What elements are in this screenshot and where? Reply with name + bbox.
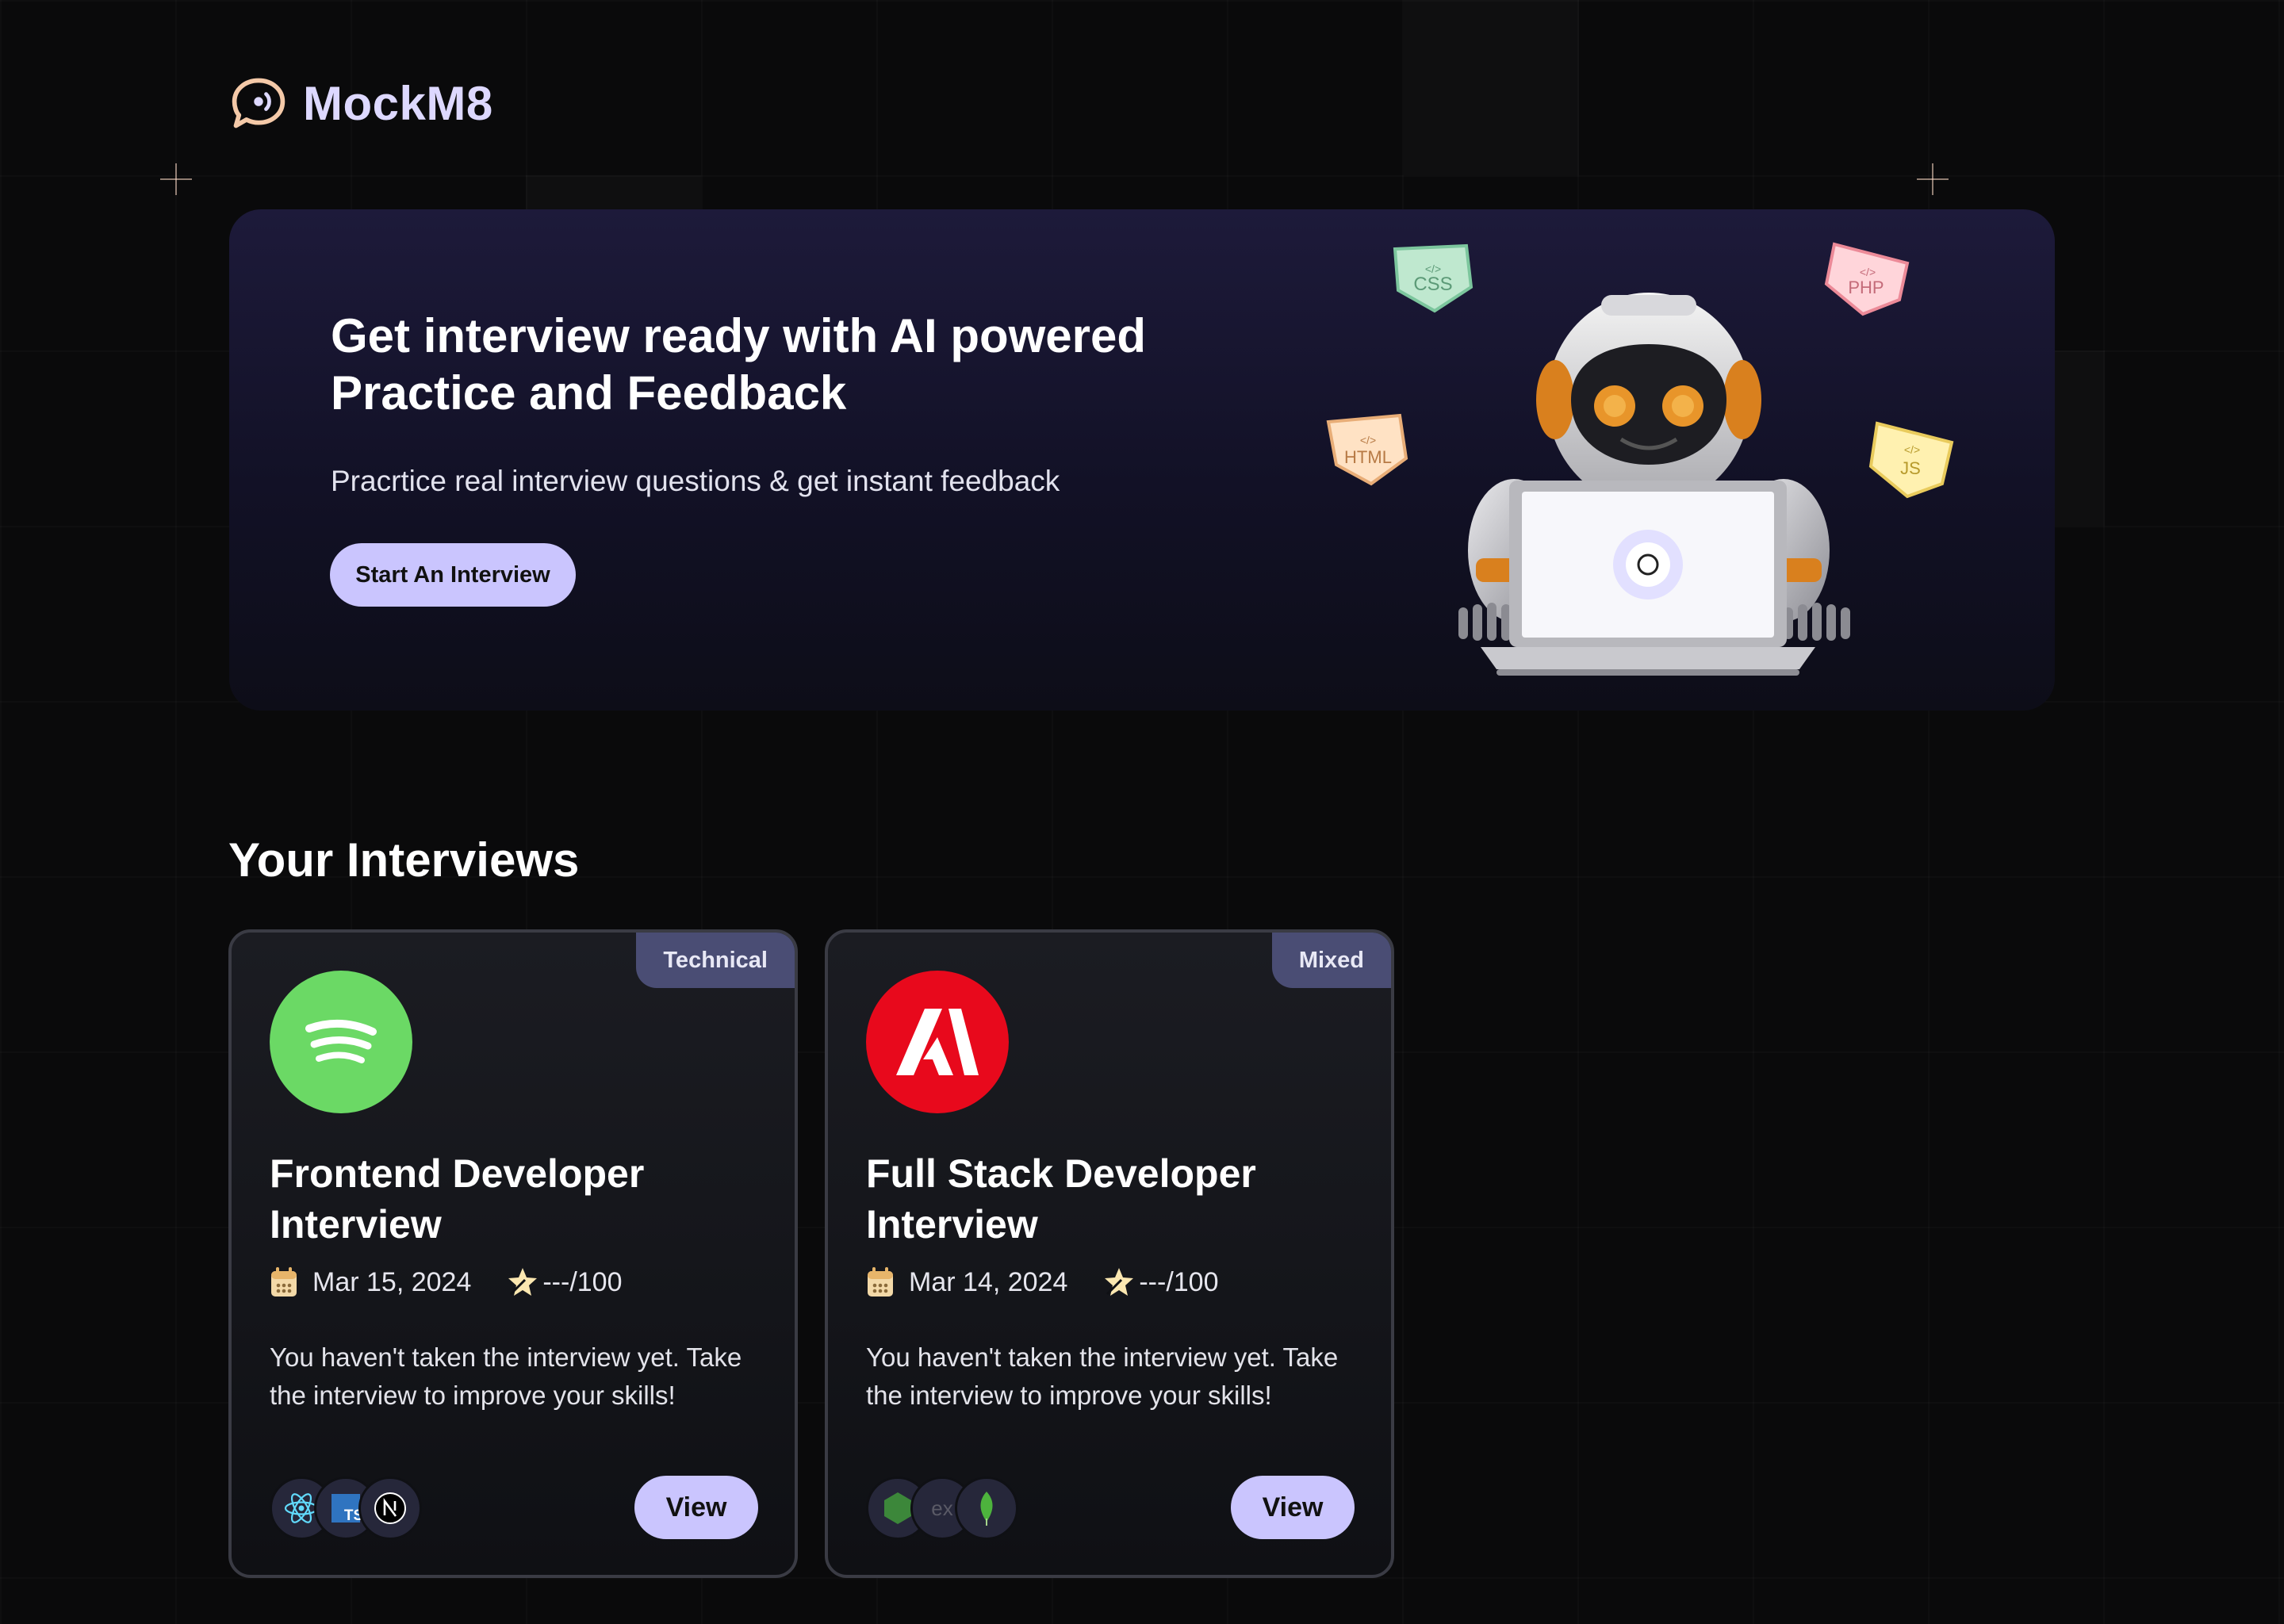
calendar-icon: [868, 1267, 893, 1297]
sparkle-icon: [1917, 163, 1949, 195]
interview-date: Mar 14, 2024: [866, 1266, 1067, 1298]
css-badge: </> CSS: [1393, 243, 1473, 313]
interview-meta: Mar 15, 2024 ---/100: [270, 1266, 623, 1299]
section-title: Your Interviews: [228, 833, 580, 887]
interview-score: ---/100: [1102, 1266, 1219, 1299]
interview-type-badge: Mixed: [1271, 933, 1391, 988]
page: MockM8 Get interview ready with AI power…: [0, 0, 2284, 1624]
html-badge: </> HTML: [1326, 413, 1408, 486]
php-badge: </> PHP: [1824, 242, 1910, 316]
svg-text:</>: </>: [1904, 443, 1920, 456]
adobe-logo-icon: [866, 971, 1009, 1113]
interview-description: You haven't taken the interview yet. Tak…: [270, 1342, 742, 1410]
score-text: ---/100: [542, 1266, 623, 1297]
navbar: MockM8: [228, 73, 493, 133]
svg-text:ex: ex: [931, 1496, 952, 1520]
calendar-icon: [271, 1267, 297, 1297]
interview-meta: Mar 14, 2024 ---/100: [866, 1266, 1219, 1299]
interview-card: Technical Frontend Developer Interview M…: [228, 929, 798, 1578]
svg-text:PHP: PHP: [1848, 278, 1884, 297]
js-badge: </> JS: [1868, 421, 1954, 499]
spotify-logo-icon: [270, 971, 412, 1113]
interview-title: Full Stack Developer Interview: [866, 1151, 1256, 1247]
tech-stack: ex: [866, 1477, 1018, 1540]
tech-stack: TS: [270, 1477, 422, 1540]
interview-description: You haven't taken the interview yet. Tak…: [866, 1342, 1339, 1410]
svg-text:HTML: HTML: [1344, 447, 1392, 467]
svg-text:</>: </>: [1360, 434, 1376, 446]
start-interview-button[interactable]: Start An Interview: [330, 543, 576, 607]
view-interview-button[interactable]: View: [634, 1476, 758, 1539]
interview-score: ---/100: [506, 1266, 623, 1299]
star-icon: [1105, 1268, 1134, 1296]
date-text: Mar 15, 2024: [312, 1266, 472, 1297]
hero-banner: Get interview ready with AI powered Prac…: [229, 209, 2055, 710]
sparkle-icon: [160, 163, 192, 195]
score-text: ---/100: [1139, 1266, 1219, 1297]
hero-title: Get interview ready with AI powered Prac…: [331, 309, 1147, 419]
chat-bubble-icon[interactable]: [228, 73, 289, 133]
svg-text:CSS: CSS: [1413, 274, 1452, 295]
view-interview-button[interactable]: View: [1231, 1476, 1355, 1539]
robot-illustration: </> CSS </> PHP </> HTML </> JS: [1326, 242, 1954, 676]
background-tile: [1404, 0, 1579, 175]
interview-title: Frontend Developer Interview: [270, 1151, 645, 1247]
hero-subtitle: Pracrtice real interview questions & get…: [331, 465, 1060, 497]
svg-text:JS: JS: [1900, 458, 1921, 478]
nextjs-icon: [358, 1477, 422, 1540]
mongodb-icon: [955, 1477, 1018, 1540]
date-text: Mar 14, 2024: [909, 1266, 1068, 1297]
interview-card: Mixed Full Stack Developer Interview Mar: [825, 929, 1394, 1578]
star-icon: [508, 1268, 538, 1296]
interview-date: Mar 15, 2024: [270, 1266, 471, 1298]
svg-text:</>: </>: [1860, 266, 1876, 278]
interview-type-badge: Technical: [636, 933, 795, 988]
brand-name[interactable]: MockM8: [303, 76, 493, 131]
